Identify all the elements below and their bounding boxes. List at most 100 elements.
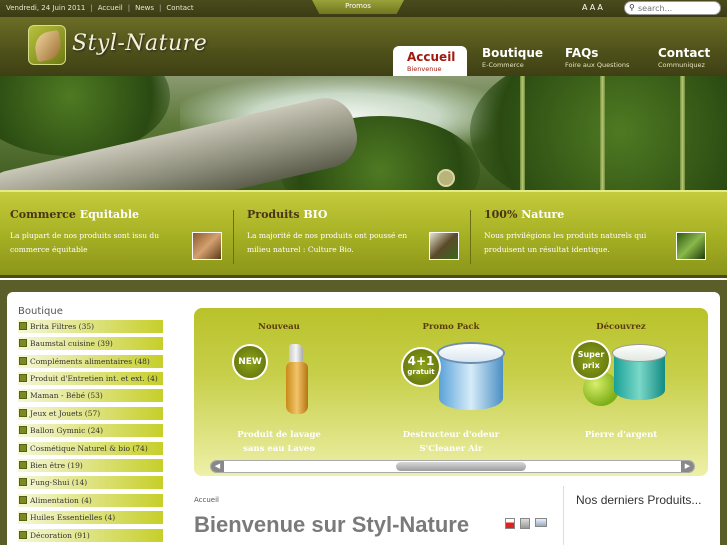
carousel-scrollbar[interactable]: ◀ ▶: [210, 460, 695, 473]
print-icon[interactable]: [520, 518, 530, 529]
sidebar-category-item[interactable]: Compléments alimentaires (48): [18, 355, 163, 368]
logo-leaf-icon[interactable]: [28, 25, 66, 65]
page: Vendredi, 24 Juin 2011 | Accueil | News | Cont…: [0, 0, 727, 545]
promo-product-name: Produit de lavage sans eau Laveo: [204, 428, 354, 456]
nav-tab-boutique[interactable]: Boutique E-Commerce: [482, 46, 543, 76]
spray-bottle-image[interactable]: [286, 344, 308, 414]
nav-tab-accueil[interactable]: Accueil Bienvenue: [393, 46, 467, 76]
feature-title-b: Equitable: [79, 208, 140, 221]
font-size-small-button[interactable]: A: [582, 3, 590, 12]
sidebar-category-item[interactable]: Cosmétique Naturel & bio (74): [18, 442, 163, 455]
top-link-news[interactable]: News: [135, 4, 154, 12]
sidebar-category-item[interactable]: Alimentation (4): [18, 494, 163, 507]
search-box: ⚲: [624, 1, 721, 15]
promo-heading: Découvrez: [596, 322, 646, 332]
folder-icon: [19, 409, 27, 417]
top-link-contact[interactable]: Contact: [166, 4, 193, 12]
separator: |: [90, 4, 93, 12]
sidebar-category-item[interactable]: Décoration (91): [18, 529, 163, 542]
feature-title: Produits BIO: [247, 208, 427, 221]
banner-slide-indicator[interactable]: [437, 169, 455, 187]
latest-title-a: Nos: [576, 493, 601, 507]
sidebar-category-item[interactable]: Huiles Essentielles (4): [18, 511, 163, 524]
sidebar-category-item[interactable]: Produit d'Entretien int. et ext. (4): [18, 372, 163, 385]
folder-icon: [19, 496, 27, 504]
scroll-right-icon[interactable]: ▶: [681, 461, 694, 472]
search-icon[interactable]: ⚲: [629, 3, 635, 12]
nav-title: Contact: [658, 46, 711, 60]
sidebar-category-item[interactable]: Baumstal cuisine (39): [18, 337, 163, 350]
scleaner-tub-image[interactable]: [437, 342, 505, 414]
pierre-argent-tub-image[interactable]: [612, 344, 667, 402]
nav-title: Accueil: [407, 50, 456, 64]
promos-tab[interactable]: Promos: [312, 0, 404, 14]
feature-thumbnail-image[interactable]: [429, 232, 459, 260]
sidebar-title: Boutique: [18, 306, 63, 317]
separator: |: [127, 4, 131, 12]
current-date: Vendredi, 24 Juin 2011: [6, 4, 86, 12]
divider: [233, 210, 234, 264]
scrollbar-thumb[interactable]: [396, 462, 526, 471]
category-label: Maman - Bébé (53): [30, 391, 103, 400]
bamboo-stem: [520, 76, 525, 190]
feature-title-b: Nature: [521, 208, 565, 221]
feature-title-a: 100%: [484, 208, 522, 221]
nav-subtitle: Communiquez: [658, 61, 705, 69]
nav-tab-contact[interactable]: Contact Communiquez: [658, 46, 710, 76]
feature-title-a: Produits: [247, 208, 304, 221]
sidebar-category-item[interactable]: Jeux et Jouets (57): [18, 407, 163, 420]
product-name-line: Pierre d'argent: [584, 430, 658, 440]
features-band: Commerce Equitable La plupart de nos pro…: [0, 190, 727, 278]
folder-icon: [19, 391, 27, 399]
top-link-accueil[interactable]: Accueil: [98, 4, 123, 12]
category-label: Alimentation (4): [30, 496, 92, 505]
sidebar-category-item[interactable]: Ballon Gymnic (24): [18, 424, 163, 437]
category-label: Huiles Essentielles (4): [30, 513, 116, 522]
divider: [470, 210, 471, 264]
email-icon[interactable]: [535, 518, 547, 527]
search-input[interactable]: [638, 3, 718, 14]
feature-thumbnail-image[interactable]: [676, 232, 706, 260]
sidebar-category-item[interactable]: Maman - Bébé (53): [18, 389, 163, 402]
tub-lid: [437, 342, 505, 364]
feature-title-a: Commerce: [10, 208, 80, 221]
site-logo-text[interactable]: Styl-Nature: [72, 31, 207, 56]
promo-item-laveo[interactable]: Nouveau Produit de lavage sans eau Laveo: [204, 322, 354, 456]
folder-icon: [19, 374, 27, 382]
nav-subtitle: Bienvenue: [407, 65, 442, 73]
pdf-icon[interactable]: [505, 518, 515, 529]
category-label: Ballon Gymnic (24): [30, 426, 104, 435]
nav-title: FAQs: [565, 46, 599, 60]
folder-icon: [19, 322, 27, 330]
scroll-left-icon[interactable]: ◀: [211, 461, 224, 472]
hero-banner-image: [0, 76, 727, 190]
sidebar-category-item[interactable]: Brita Filtres (35): [18, 320, 163, 333]
product-name-line: S'Cleaner Air: [419, 444, 483, 454]
category-label: Produit d'Entretien int. et ext. (4): [30, 374, 158, 383]
folder-icon: [19, 478, 27, 486]
folder-icon: [19, 513, 27, 521]
feature-description: Nous privilégions les produits naturels …: [484, 231, 647, 254]
category-label: Jeux et Jouets (57): [30, 409, 101, 418]
product-name-line: Destructeur d'odeur: [402, 430, 500, 440]
category-label: Cosmétique Naturel & bio (74): [30, 444, 148, 453]
nav-tab-faqs[interactable]: FAQs Foire aux Questions: [565, 46, 629, 76]
category-label: Brita Filtres (35): [30, 322, 95, 331]
sidebar-category-item[interactable]: Bien être (19): [18, 459, 163, 472]
feature-title: Commerce Equitable: [10, 208, 190, 221]
latest-products-title: Nos derniers Produits...: [576, 493, 701, 507]
sidebar-category-item[interactable]: Fung-Shui (14): [18, 476, 163, 489]
folder-icon: [19, 531, 27, 539]
feature-title: 100% Nature: [484, 208, 664, 221]
top-bar: Vendredi, 24 Juin 2011 | Accueil | News | Cont…: [0, 0, 727, 17]
bamboo-stem: [680, 76, 685, 190]
folder-icon: [19, 444, 27, 452]
feature-thumbnail-image[interactable]: [192, 232, 222, 260]
top-links: Vendredi, 24 Juin 2011 | Accueil | News | Cont…: [6, 4, 194, 12]
category-label: Baumstal cuisine (39): [30, 339, 113, 348]
category-label: Fung-Shui (14): [30, 478, 88, 487]
breadcrumb[interactable]: Accueil: [194, 496, 219, 504]
folder-icon: [19, 339, 27, 347]
font-size-large-button[interactable]: A: [597, 3, 604, 12]
separator: |: [159, 4, 162, 12]
